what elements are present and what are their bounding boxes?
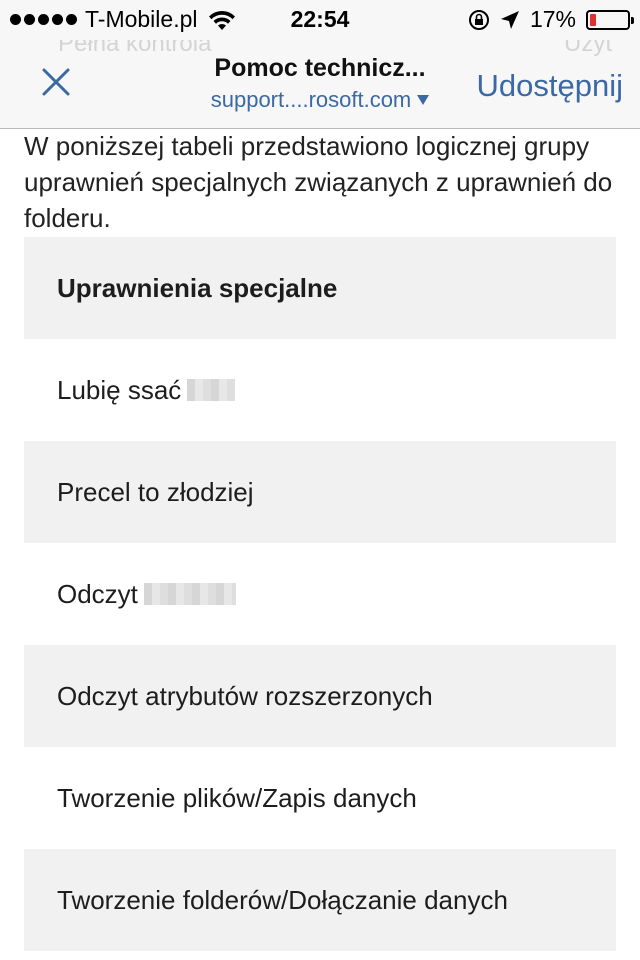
table-cell: Precel to złodziej — [57, 476, 254, 507]
page-title: Pomoc technicz... — [214, 54, 426, 82]
table-cell: Odczyt atrybutów rozszerzonych — [57, 680, 433, 711]
table-cell: Lubię ssać — [57, 374, 182, 405]
location-arrow-icon — [500, 10, 519, 29]
carrier-name: T-Mobile.pl — [85, 6, 198, 32]
intro-paragraph: W poniższej tabeli przedstawiono logiczn… — [24, 131, 613, 233]
table-header-label: Uprawnienia specjalne — [57, 272, 338, 303]
battery-level-fill — [590, 13, 596, 26]
close-button[interactable] — [36, 62, 76, 102]
table-row: Precel to złodziej — [24, 441, 616, 543]
table-row: Odczyt — [24, 543, 616, 645]
status-bar: T-Mobile.pl 22:54 17% — [0, 0, 640, 40]
page-url[interactable]: support....rosoft.com — [180, 87, 460, 113]
censored-text — [187, 379, 236, 401]
table-cell: Tworzenie folderów/Dołączanie danych — [57, 884, 508, 915]
wifi-icon — [209, 10, 236, 30]
permissions-table: Uprawnienia specjalne Lubię ssać Precel … — [24, 237, 616, 951]
page-url-text: support....rosoft.com — [210, 87, 412, 112]
table-row: Tworzenie folderów/Dołączanie danych — [24, 849, 616, 951]
signal-strength-icon — [10, 14, 77, 25]
table-row: Tworzenie plików/Zapis danych — [24, 747, 616, 849]
share-button[interactable]: Udostępnij — [477, 68, 623, 104]
chevron-down-icon — [417, 95, 430, 105]
table-cell: Odczyt — [57, 578, 138, 609]
nav-bar: Pełna kontrola Użyt Pomoc technicz... su… — [0, 30, 640, 129]
censored-text — [143, 583, 236, 605]
table-header: Uprawnienia specjalne — [24, 237, 616, 339]
battery-icon — [586, 9, 634, 30]
battery-percent: 17% — [529, 6, 576, 32]
table-cell: Tworzenie plików/Zapis danych — [57, 782, 417, 813]
status-right: 17% — [468, 6, 634, 33]
page-title-block[interactable]: Pomoc technicz... support....rosoft.com — [180, 54, 460, 113]
table-row: Odczyt atrybutów rozszerzonych — [24, 645, 616, 747]
status-left: T-Mobile.pl — [10, 6, 237, 33]
table-row: Lubię ssać — [24, 339, 616, 441]
close-icon — [42, 68, 70, 96]
rotation-lock-icon — [468, 9, 489, 30]
